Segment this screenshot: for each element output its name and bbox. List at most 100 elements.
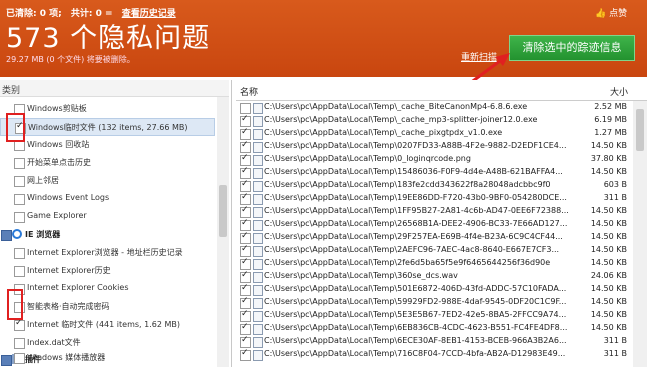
tree-item-autocomplete[interactable]: 智能表格·自动完成密码: [0, 298, 215, 316]
category-ie[interactable]: IE 浏览器: [0, 226, 215, 244]
tree-item-ie-history[interactable]: Internet Explorer历史: [0, 262, 215, 280]
checkbox[interactable]: [240, 296, 251, 309]
scroll-thumb[interactable]: [219, 185, 227, 237]
tree-item-game-explorer[interactable]: Game Explorer: [0, 208, 215, 226]
file-row[interactable]: C:\Users\pc\AppData\Local\Temp\0207FD33-…: [236, 140, 633, 153]
tree-item-recycle-bin[interactable]: Windows 回收站: [0, 136, 215, 154]
checkbox[interactable]: [14, 318, 25, 331]
file-row[interactable]: C:\Users\pc\AppData\Local\Temp\19EE86DD-…: [236, 192, 633, 205]
checkbox[interactable]: [240, 103, 251, 114]
file-row[interactable]: C:\Users\pc\AppData\Local\Temp\_cache_pi…: [236, 127, 633, 140]
category-panel: 类别 Windows剪贴板 Windows临时文件 (132 items, 27…: [0, 80, 232, 367]
file-row[interactable]: C:\Users\pc\AppData\Local\Temp\2fe6d5ba6…: [236, 257, 633, 270]
checkbox[interactable]: [240, 140, 251, 153]
like-button[interactable]: 👍 点赞: [595, 6, 627, 19]
file-row[interactable]: C:\Users\pc\AppData\Local\Temp\59929FD2-…: [236, 296, 633, 309]
file-row[interactable]: C:\Users\pc\AppData\Local\Temp\1FF95B27-…: [236, 205, 633, 218]
tree-item-label: Internet Explorer Cookies: [27, 283, 129, 292]
tree-item-label: Windows剪贴板: [27, 104, 87, 113]
highlight-box: [6, 113, 25, 142]
file-row[interactable]: C:\Users\pc\AppData\Local\Temp\26568B1A-…: [236, 218, 633, 231]
file-row[interactable]: C:\Users\pc\AppData\Local\Temp\6ECE30AF-…: [236, 335, 633, 348]
checkbox[interactable]: [14, 353, 25, 364]
file-path: C:\Users\pc\AppData\Local\Temp\26568B1A-…: [264, 219, 568, 228]
checkbox[interactable]: [240, 205, 251, 218]
tree-item-clipboard[interactable]: Windows剪贴板: [0, 100, 215, 118]
file-size: 14.50 KB: [590, 323, 627, 332]
file-row[interactable]: C:\Users\pc\AppData\Local\Temp\_cache_Bi…: [236, 102, 633, 114]
checkbox[interactable]: [240, 192, 251, 205]
checkbox[interactable]: [240, 244, 251, 257]
file-row[interactable]: C:\Users\pc\AppData\Local\Temp\_cache_mp…: [236, 114, 633, 127]
checkbox[interactable]: [240, 257, 251, 270]
right-scrollbar[interactable]: [633, 101, 647, 367]
clear-selected-button[interactable]: 清除选中的踪迹信息: [509, 35, 635, 61]
checkbox[interactable]: [14, 266, 25, 277]
file-size: 14.50 KB: [590, 167, 627, 176]
checkbox[interactable]: [240, 114, 251, 127]
checkbox[interactable]: [240, 218, 251, 231]
checkbox[interactable]: [240, 309, 251, 322]
file-icon: [253, 350, 263, 361]
file-size: 14.50 KB: [590, 232, 627, 241]
file-row[interactable]: C:\Users\pc\AppData\Local\Temp\0_loginqr…: [236, 153, 633, 166]
file-path: C:\Users\pc\AppData\Local\Temp\716C8F04-…: [264, 349, 566, 358]
file-icon: [253, 116, 263, 127]
scroll-thumb[interactable]: [636, 109, 644, 151]
checkbox[interactable]: [240, 179, 251, 192]
file-size: 6.19 MB: [594, 115, 627, 124]
like-label: 点赞: [609, 9, 628, 19]
file-row[interactable]: C:\Users\pc\AppData\Local\Temp\5E3E5B67-…: [236, 309, 633, 322]
checkbox[interactable]: [240, 127, 251, 140]
file-path: C:\Users\pc\AppData\Local\Temp\183fe2cdd…: [264, 180, 551, 189]
issue-count-suffix: 个隐私问题: [70, 23, 211, 54]
checkbox[interactable]: [240, 348, 251, 361]
tree-item-media-player[interactable]: Windows 媒体播放器: [0, 349, 215, 367]
checkbox[interactable]: [240, 322, 251, 335]
checkbox[interactable]: [14, 338, 25, 349]
file-path: C:\Users\pc\AppData\Local\Temp\59929FD2-…: [264, 297, 567, 306]
tree-item-network[interactable]: 网上邻居: [0, 172, 215, 190]
checkbox[interactable]: [240, 166, 251, 179]
column-size[interactable]: 大小: [610, 85, 628, 98]
checkbox[interactable]: [14, 158, 25, 169]
tree-item-label: 网上邻居: [27, 176, 59, 185]
file-row[interactable]: C:\Users\pc\AppData\Local\Temp\29F257EA-…: [236, 231, 633, 244]
file-icon: [253, 298, 263, 309]
left-scrollbar[interactable]: [217, 97, 229, 367]
tree-item-label: Windows临时文件 (132 items, 27.66 MB): [28, 123, 188, 132]
file-row[interactable]: C:\Users\pc\AppData\Local\Temp\501E6872-…: [236, 283, 633, 296]
collapse-toggle-icon[interactable]: [1, 230, 12, 241]
category-header: 类别: [0, 80, 229, 97]
tree-item-event-logs[interactable]: Windows Event Logs: [0, 190, 215, 208]
tree-item-start-menu[interactable]: 开始菜单点击历史: [0, 154, 215, 172]
file-path: C:\Users\pc\AppData\Local\Temp\6ECE30AF-…: [264, 336, 567, 345]
file-row[interactable]: C:\Users\pc\AppData\Local\Temp\183fe2cdd…: [236, 179, 633, 192]
rescan-link[interactable]: 重新扫描: [461, 50, 497, 63]
checkbox[interactable]: [240, 231, 251, 244]
checkbox[interactable]: [240, 335, 251, 348]
file-row[interactable]: C:\Users\pc\AppData\Local\Temp\6EB836CB-…: [236, 322, 633, 335]
tree-item-ie-cookies[interactable]: Internet Explorer Cookies: [0, 280, 215, 298]
tree-item-label: Internet Explorer浏览器 - 地址栏历史记录: [27, 248, 183, 257]
checkbox[interactable]: [240, 153, 251, 166]
file-row[interactable]: C:\Users\pc\AppData\Local\Temp\716C8F04-…: [236, 348, 633, 361]
checkbox[interactable]: [14, 194, 25, 205]
tree-item-windows-temp[interactable]: Windows临时文件 (132 items, 27.66 MB): [0, 118, 215, 136]
checkbox[interactable]: [14, 176, 25, 187]
file-size: 14.50 KB: [590, 141, 627, 150]
file-size: 1.27 MB: [594, 128, 627, 137]
checkbox[interactable]: [240, 283, 251, 296]
checkbox[interactable]: [14, 212, 25, 223]
checkbox[interactable]: [240, 270, 251, 283]
tree-item-label: 智能表格·自动完成密码: [27, 302, 110, 311]
file-row[interactable]: C:\Users\pc\AppData\Local\Temp\15486036-…: [236, 166, 633, 179]
checkbox[interactable]: [14, 248, 25, 259]
file-size: 311 B: [603, 349, 627, 358]
column-name[interactable]: 名称: [240, 85, 258, 98]
tree-item-ie-address-bar[interactable]: Internet Explorer浏览器 - 地址栏历史记录: [0, 244, 215, 262]
file-row[interactable]: C:\Users\pc\AppData\Local\Temp\2AEFC96-7…: [236, 244, 633, 257]
file-row[interactable]: C:\Users\pc\AppData\Local\Temp\360se_dcs…: [236, 270, 633, 283]
tree-item-label: Windows Event Logs: [27, 193, 110, 202]
tree-item-internet-temp[interactable]: Internet 临时文件 (441 items, 1.62 MB): [0, 316, 215, 334]
